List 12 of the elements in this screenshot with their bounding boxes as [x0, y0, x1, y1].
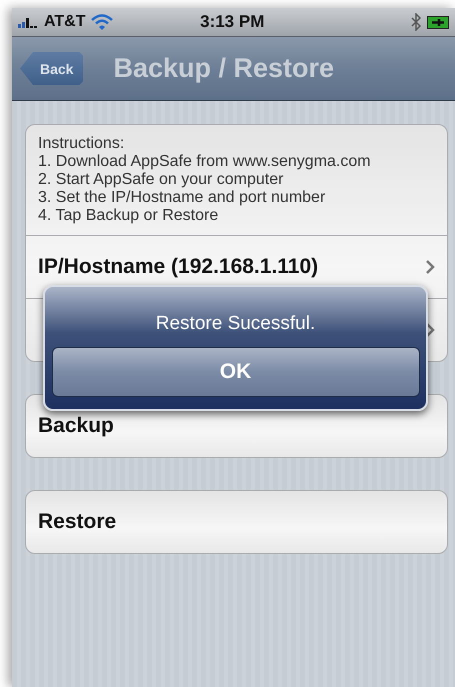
- row-label: Restore: [38, 510, 118, 534]
- instruction-text: Instructions:: [38, 135, 126, 153]
- row-label: IP/Hostname (192.168.1.110): [38, 255, 320, 279]
- instruction-text: 3. Set the IP/Hostname and port number: [38, 189, 326, 207]
- alert-message: Restore Sucessful.: [156, 313, 316, 335]
- instruction-text: 1. Download AppSafe from www.senygma.com: [38, 153, 372, 171]
- row-label: Backup: [38, 414, 115, 438]
- nav-title: Backup / Restore: [113, 53, 334, 84]
- instruction-text: 4. Tap Backup or Restore: [38, 207, 220, 225]
- carrier-label: AT&T: [44, 13, 86, 31]
- instruction-text: 2. Start AppSafe on your computer: [38, 171, 284, 189]
- status-time: 3:13 PM: [199, 12, 266, 32]
